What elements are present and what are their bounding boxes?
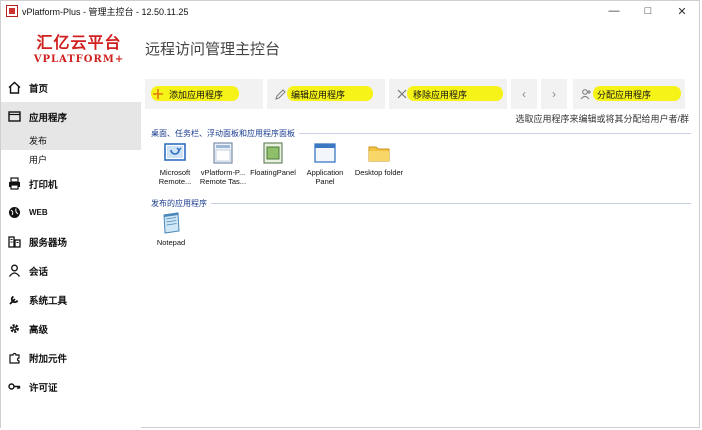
app-tile-label: Notepad xyxy=(156,238,186,247)
group-header-desktop: 桌面、任务栏、浮动面板和应用程序面板 xyxy=(151,128,691,139)
previous-button[interactable]: ‹ xyxy=(511,79,537,109)
minimize-button[interactable]: — xyxy=(597,1,631,21)
taskbar-icon xyxy=(211,141,235,165)
sidebar-item-label: 附加元件 xyxy=(29,353,68,365)
sidebar-item-label: WEB xyxy=(29,208,48,217)
assign-application-label: 分配应用程序 xyxy=(597,89,652,100)
sidebar-item-label: 会话 xyxy=(29,266,49,278)
next-button[interactable]: › xyxy=(541,79,567,109)
logo-text-cn: 汇亿云平台 xyxy=(36,33,122,52)
close-button[interactable]: ✕ xyxy=(665,1,699,21)
group-title: 发布的应用程序 xyxy=(151,199,207,208)
app-tile-application-panel[interactable]: Application Panel xyxy=(299,141,351,186)
maximize-button[interactable]: □ xyxy=(631,1,665,21)
sidebar-item-printers[interactable]: 打印机 xyxy=(1,169,141,198)
group-title: 桌面、任务栏、浮动面板和应用程序面板 xyxy=(151,129,295,138)
app-tile-notepad[interactable]: Notepad xyxy=(145,211,197,247)
folder-icon xyxy=(367,141,391,165)
wrench-icon xyxy=(7,293,21,307)
puzzle-icon xyxy=(7,351,21,365)
sidebar-subitem-publish[interactable]: 发布 xyxy=(1,131,141,150)
group-header-published: 发布的应用程序 xyxy=(151,198,691,209)
printer-icon xyxy=(7,177,21,191)
sidebar-item-label: 许可证 xyxy=(29,382,58,394)
edit-application-button[interactable]: 编辑应用程序 xyxy=(267,79,385,109)
assign-application-button[interactable]: 分配应用程序 xyxy=(573,79,685,109)
title-bar: vPlatform-Plus - 管理主控台 - 12.50.11.25 — □… xyxy=(1,1,699,21)
app-tile-label: Desktop folder xyxy=(354,168,404,177)
sidebar-item-label: 高级 xyxy=(29,324,49,336)
notepad-icon xyxy=(159,211,183,235)
remote-desktop-icon xyxy=(163,141,187,165)
app-tile-label: Application Panel xyxy=(306,168,344,186)
sidebar-item-sessions[interactable]: 会话 xyxy=(1,256,141,285)
sidebar-item-license[interactable]: 许可证 xyxy=(1,372,141,401)
chevron-right-icon: › xyxy=(552,87,556,101)
remove-icon xyxy=(396,88,408,100)
window-icon xyxy=(7,110,21,124)
server-farm-icon xyxy=(7,235,21,249)
app-icon xyxy=(6,5,18,17)
add-application-label: 添加应用程序 xyxy=(169,89,224,100)
sidebar-item-label: 打印机 xyxy=(29,179,58,191)
chevron-left-icon: ‹ xyxy=(522,87,526,101)
sidebar-item-web[interactable]: WEB xyxy=(1,198,141,227)
sidebar-item-applications[interactable]: 应用程序 xyxy=(1,102,141,131)
plus-icon xyxy=(152,88,164,100)
group-divider xyxy=(211,203,691,204)
sidebar-item-addons[interactable]: 附加元件 xyxy=(1,343,141,372)
app-tile-label: Microsoft Remote... xyxy=(158,168,192,186)
home-icon xyxy=(7,81,21,95)
sidebar-item-system-tools[interactable]: 系统工具 xyxy=(1,285,141,314)
window-controls: — □ ✕ xyxy=(597,1,699,21)
logo-text-en: VPLATFORM+ xyxy=(33,54,125,65)
app-tile-remote-taskbar[interactable]: vPlatform-P... Remote Tas... xyxy=(197,141,249,186)
selection-hint: 选取应用程序来编辑或将其分配给用户者/群 xyxy=(515,114,689,124)
app-tile-desktop-folder[interactable]: Desktop folder xyxy=(353,141,405,177)
globe-icon xyxy=(7,206,21,220)
app-tile-floating-panel[interactable]: FloatingPanel xyxy=(247,141,299,177)
remove-application-label: 移除应用程序 xyxy=(413,89,468,100)
page-title: 远程访问管理主控台 xyxy=(145,41,281,58)
remove-application-button[interactable]: 移除应用程序 xyxy=(389,79,507,109)
sidebar-subitem-users[interactable]: 用户 xyxy=(1,150,141,169)
add-application-button[interactable]: 添加应用程序 xyxy=(145,79,263,109)
window-title: vPlatform-Plus - 管理主控台 - 12.50.11.25 xyxy=(22,6,189,17)
group-divider xyxy=(299,133,691,134)
user-icon xyxy=(7,264,21,278)
sidebar-item-label: 系统工具 xyxy=(29,295,68,307)
app-tile-microsoft-remote[interactable]: Microsoft Remote... xyxy=(149,141,201,186)
sidebar-item-label: 服务器场 xyxy=(29,237,68,249)
sidebar-item-advanced[interactable]: 高级 xyxy=(1,314,141,343)
application-panel-icon xyxy=(313,141,337,165)
sidebar-item-home[interactable]: 首页 xyxy=(1,73,141,102)
toolbar: 添加应用程序 编辑应用程序 移除应用程序 ‹ › 分配应用程序 xyxy=(145,79,697,109)
assign-user-icon xyxy=(580,88,592,100)
sidebar-item-server-farm[interactable]: 服务器场 xyxy=(1,227,141,256)
sidebar: 首页 应用程序 发布 用户 打印机 WEB 服务器场 会话 系统工具 高级 附加… xyxy=(1,73,141,429)
header: 汇亿云平台 VPLATFORM+ 远程访问管理主控台 xyxy=(1,21,699,73)
app-window: vPlatform-Plus - 管理主控台 - 12.50.11.25 — □… xyxy=(0,0,700,429)
edit-application-label: 编辑应用程序 xyxy=(291,89,346,100)
logo: 汇亿云平台 VPLATFORM+ xyxy=(29,29,129,65)
sidebar-item-label: 首页 xyxy=(29,83,49,95)
pencil-icon xyxy=(274,88,286,100)
app-tile-label: FloatingPanel xyxy=(250,168,296,177)
gear-icon xyxy=(7,322,21,336)
floating-panel-icon xyxy=(261,141,285,165)
app-tile-label: vPlatform-P... Remote Tas... xyxy=(199,168,247,186)
sidebar-item-label: 应用程序 xyxy=(29,112,68,124)
key-icon xyxy=(7,380,21,394)
